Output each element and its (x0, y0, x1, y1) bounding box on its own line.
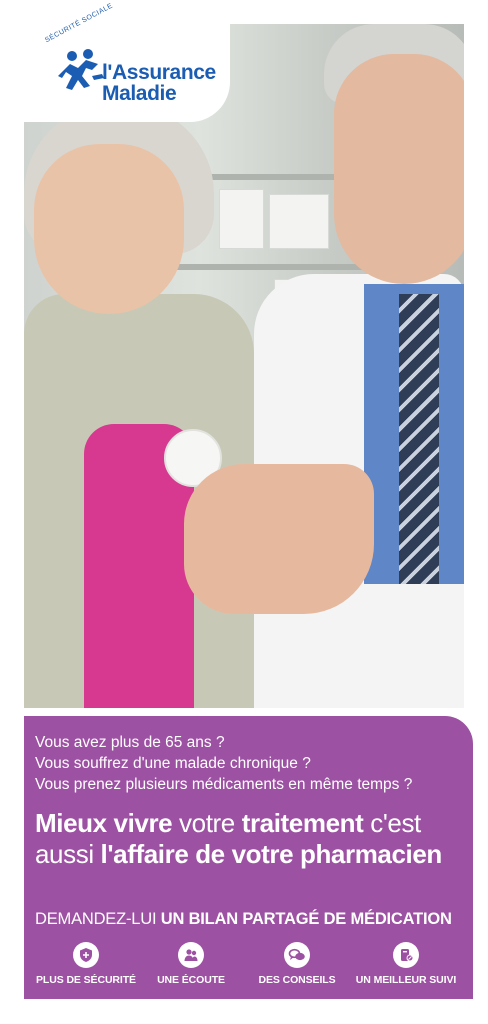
speech-bubbles-icon (284, 942, 310, 968)
question: Vous prenez plusieurs médicaments en mêm… (35, 776, 413, 793)
benefit-follow-up: UN MEILLEUR SUIVI (346, 942, 466, 986)
headline: Mieux vivre votre traitement c'est aussi… (35, 808, 442, 870)
medicine-box (269, 194, 329, 249)
benefit-security: PLUS DE SÉCURITÉ (32, 942, 140, 986)
pharmacist-face (334, 54, 464, 284)
hero-photo (24, 24, 464, 708)
people-icon (178, 942, 204, 968)
questions: Vous avez plus de 65 ans ? Vous souffrez… (35, 732, 412, 795)
benefit-label: UNE ÉCOUTE (157, 974, 225, 986)
headline-text: c'est (363, 808, 421, 838)
cta-bold: UN BILAN PARTAGÉ DE MÉDICATION (160, 910, 452, 928)
headline-line-1: Mieux vivre votre traitement c'est (35, 808, 442, 839)
question: Vous avez plus de 65 ans ? (35, 734, 225, 751)
info-panel: Vous avez plus de 65 ans ? Vous souffrez… (24, 716, 473, 999)
headline-bold: l'affaire de votre pharmacien (100, 839, 443, 869)
logo-line-2: Maladie (102, 82, 177, 105)
benefit-label: DES CONSEILS (258, 974, 336, 986)
headline-bold: Mieux vivre (35, 808, 173, 838)
medicine-box (219, 189, 264, 249)
logo-arc-text: SÉCURITÉ SOCIALE (44, 2, 115, 45)
headline-text: aussi (35, 839, 101, 869)
benefit-label: UN MEILLEUR SUIVI (355, 974, 457, 986)
cta-text: DEMANDEZ-LUI (35, 910, 161, 928)
logo-text: l'Assurance Maladie (102, 62, 216, 104)
shield-icon (73, 942, 99, 968)
benefit-listening: UNE ÉCOUTE (148, 942, 234, 986)
question: Vous souffrez d'une malade chronique ? (35, 755, 311, 772)
benefits-row: PLUS DE SÉCURITÉ UNE ÉCOUTE DES CONSEILS… (24, 942, 473, 992)
headline-line-2: aussi l'affaire de votre pharmacien (35, 839, 442, 870)
pharmacist-tie (399, 294, 439, 584)
woman-face (34, 144, 184, 314)
benefit-advice: DES CONSEILS (252, 942, 342, 986)
headline-text: votre (172, 808, 242, 838)
call-to-action: DEMANDEZ-LUI UN BILAN PARTAGÉ DE MÉDICAT… (35, 910, 452, 929)
benefit-label: PLUS DE SÉCURITÉ (36, 974, 136, 986)
running-people-logo-icon (58, 49, 104, 90)
pill-box-icon (393, 942, 419, 968)
assurance-maladie-logo: SÉCURITÉ SOCIALE l'Assurance Maladie (24, 2, 230, 122)
logo-line-1: l'Assurance (102, 61, 216, 84)
pharmacist-hand (184, 464, 374, 614)
headline-bold: traitement (241, 808, 364, 838)
